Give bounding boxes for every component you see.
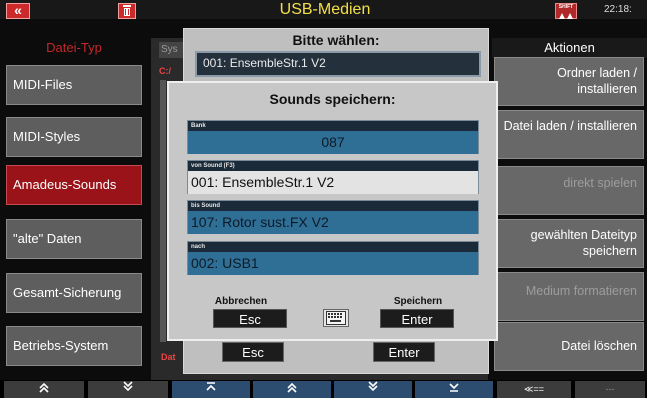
- target-field[interactable]: nach 002: USB1: [187, 241, 479, 275]
- load-file-button[interactable]: Datei laden / installieren: [494, 110, 644, 159]
- nav-page-up-button[interactable]: [253, 381, 331, 398]
- page-title: USB-Medien: [279, 1, 371, 18]
- trash-icon: [123, 5, 131, 16]
- from-sound-field[interactable]: von Sound (F3) 001: EnsembleStr.1 V2: [187, 160, 479, 194]
- double-down-icon: [368, 381, 378, 392]
- cancel-label: Abbrechen: [214, 296, 268, 307]
- shift-icon: [559, 13, 573, 19]
- to-sound-field-label: bis Sound: [188, 201, 478, 211]
- to-bottom-icon: [449, 383, 459, 392]
- to-top-icon: [206, 382, 216, 391]
- keyboard-icon[interactable]: [323, 309, 349, 327]
- from-sound-field-label: von Sound (F3): [188, 161, 478, 171]
- file-type-alte-daten[interactable]: "alte" Daten: [6, 219, 142, 259]
- play-direct-button[interactable]: direkt spielen: [494, 166, 644, 215]
- clock: 22:18:: [604, 4, 632, 15]
- nav-up-fast-button[interactable]: [4, 381, 84, 398]
- from-sound-field-value: 001: EnsembleStr.1 V2: [188, 171, 478, 194]
- format-medium-button[interactable]: Medium formatieren: [494, 272, 644, 321]
- actions-header: Aktionen: [492, 38, 647, 58]
- nav-back-button[interactable]: ≪==: [497, 381, 571, 398]
- choose-dialog-field[interactable]: 001: EnsembleStr.1 V2: [195, 51, 481, 77]
- bank-field-value: 087: [188, 131, 478, 154]
- save-label: Speichern: [393, 296, 443, 307]
- save-file-type-button[interactable]: gewählten Dateityp speichern: [494, 219, 644, 268]
- save-sounds-title: Sounds speichern:: [269, 91, 396, 107]
- file-type-amadeus-sounds[interactable]: Amadeus-Sounds: [6, 165, 142, 205]
- save-button[interactable]: Enter: [380, 309, 454, 328]
- double-up-icon: [287, 382, 297, 393]
- cancel-button[interactable]: Esc: [213, 309, 287, 328]
- data-tag: Dat: [161, 352, 176, 362]
- file-type-midi-styles[interactable]: MIDI-Styles: [6, 117, 142, 157]
- nav-page-down-button[interactable]: [334, 381, 412, 398]
- shift-label: SHIFT: [558, 4, 574, 10]
- choose-enter-button[interactable]: Enter: [373, 342, 435, 362]
- double-down-icon: [123, 381, 133, 392]
- path-tag: C:/: [159, 66, 171, 76]
- nav-empty-button: ---: [575, 381, 645, 398]
- to-sound-field[interactable]: bis Sound 107: Rotor sust.FX V2: [187, 200, 479, 234]
- to-sound-field-value: 107: Rotor sust.FX V2: [188, 211, 478, 234]
- choose-esc-button[interactable]: Esc: [222, 342, 284, 362]
- file-type-midi-files[interactable]: MIDI-Files: [6, 65, 142, 105]
- back-button[interactable]: «: [6, 3, 30, 19]
- shift-badge[interactable]: SHIFT: [555, 3, 577, 19]
- double-up-icon: [39, 382, 49, 393]
- load-folder-button[interactable]: Ordner laden / installieren: [494, 57, 644, 106]
- bank-field[interactable]: Bank 087: [187, 120, 479, 154]
- delete-file-button[interactable]: Datei löschen: [494, 322, 644, 371]
- scrollbar[interactable]: [160, 80, 166, 342]
- choose-dialog-title: Bitte wählen:: [292, 32, 380, 48]
- file-type-betriebs-system[interactable]: Betriebs-System: [6, 326, 142, 366]
- target-field-value: 002: USB1: [188, 252, 478, 275]
- nav-bottom-button[interactable]: [415, 381, 493, 398]
- save-sounds-dialog: Sounds speichern: Bank 087 von Sound (F3…: [167, 81, 498, 341]
- bank-field-label: Bank: [188, 121, 478, 131]
- file-type-gesamt-sicherung[interactable]: Gesamt-Sicherung: [6, 273, 142, 313]
- file-type-header: Datei-Typ: [46, 40, 102, 55]
- nav-top-button[interactable]: [172, 381, 250, 398]
- trash-button[interactable]: [118, 3, 136, 19]
- target-field-label: nach: [188, 242, 478, 252]
- nav-down-fast-button[interactable]: [88, 381, 168, 398]
